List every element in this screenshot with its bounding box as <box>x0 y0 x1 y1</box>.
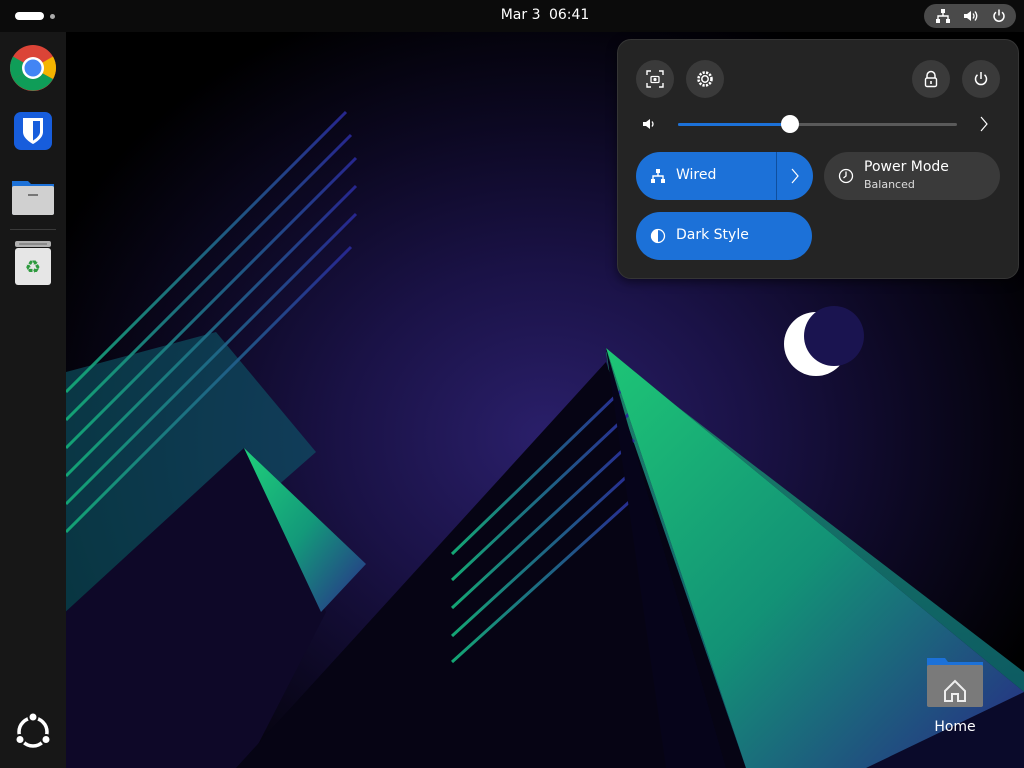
chrome-icon <box>9 45 57 91</box>
moon <box>784 306 864 376</box>
dock: ♻ <box>0 32 66 768</box>
show-apps-button[interactable] <box>9 708 57 756</box>
lock-icon <box>924 70 938 88</box>
home-folder-icon <box>927 658 983 707</box>
quick-settings-panel: Wired Power Mode Balanced Dark Style <box>617 39 1019 279</box>
network-wired-icon <box>935 8 951 24</box>
dark-style-icon <box>650 228 666 244</box>
dock-app-chrome[interactable] <box>9 44 57 92</box>
ubuntu-logo-icon <box>14 711 52 748</box>
wired-menu-button[interactable] <box>776 152 813 200</box>
trash-icon: ♻ <box>15 241 51 285</box>
clock-time: 06:41 <box>548 7 590 23</box>
chevron-right-icon[interactable] <box>978 116 990 132</box>
settings-button[interactable] <box>686 60 724 98</box>
screenshot-icon <box>646 70 664 88</box>
dark-style-toggle[interactable]: Dark Style <box>636 212 812 260</box>
network-wired-icon <box>651 169 665 183</box>
power-mode-value: Balanced <box>864 178 915 191</box>
volume-slider-fill <box>678 123 790 126</box>
dock-app-trash[interactable]: ♻ <box>9 239 57 287</box>
clock-date: Mar 3 <box>500 7 541 23</box>
volume-slider-handle[interactable] <box>780 115 799 133</box>
screenshot-button[interactable] <box>636 60 674 98</box>
volume-control <box>636 112 1002 136</box>
svg-text:♻: ♻ <box>25 257 41 278</box>
settings-icon <box>697 71 713 87</box>
dock-app-files[interactable] <box>9 172 57 220</box>
power-icon <box>991 8 1007 24</box>
volume-slider[interactable] <box>678 115 957 133</box>
volume-icon[interactable] <box>642 116 658 132</box>
system-status-area[interactable] <box>924 4 1016 28</box>
desktop-home-folder[interactable]: Home <box>923 655 987 740</box>
bitwarden-icon <box>14 112 52 150</box>
clock[interactable]: Mar 3 06:41 <box>0 0 1024 32</box>
dock-separator <box>10 229 56 230</box>
dark-style-label: Dark Style <box>676 227 749 243</box>
wired-label: Wired <box>676 167 717 183</box>
power-mode-icon <box>838 168 854 184</box>
dock-app-bitwarden[interactable] <box>9 107 57 155</box>
power-mode-label: Power Mode <box>864 159 949 175</box>
top-bar: Mar 3 06:41 <box>0 0 1024 32</box>
lock-button[interactable] <box>912 60 950 98</box>
power-off-button[interactable] <box>962 60 1000 98</box>
chevron-right-icon <box>791 168 799 184</box>
volume-icon <box>963 8 979 24</box>
power-mode-toggle[interactable]: Power Mode Balanced <box>824 152 1000 200</box>
home-label: Home <box>934 719 976 735</box>
files-icon <box>12 181 54 215</box>
power-icon <box>974 72 988 86</box>
wired-toggle[interactable]: Wired <box>636 152 776 200</box>
